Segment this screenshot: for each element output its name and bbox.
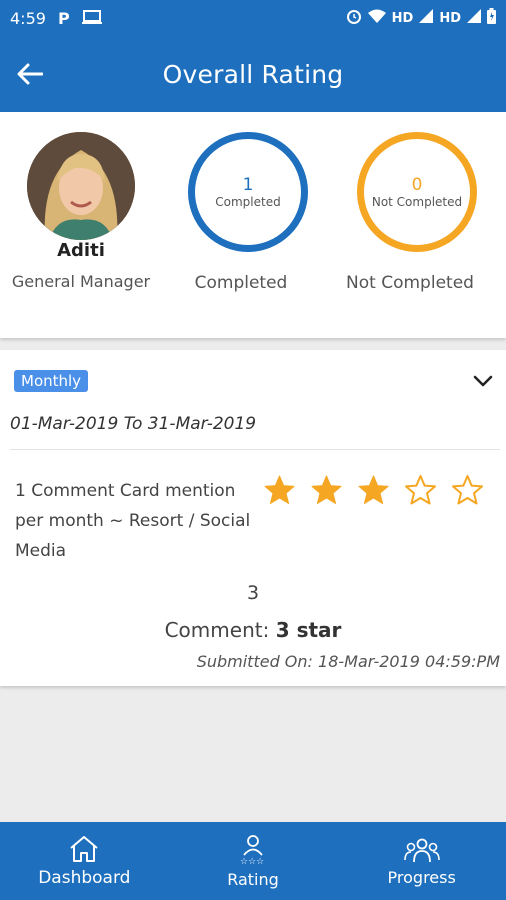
rating-card: Monthly 01-Mar-2019 To 31-Mar-2019 1 Com… <box>0 350 506 686</box>
star-outline-icon[interactable] <box>451 474 484 507</box>
p-icon: P <box>57 8 70 28</box>
user-name: Aditi <box>57 240 105 261</box>
user-stars-icon: ☆☆☆ <box>240 834 264 866</box>
completed-count: 1 <box>242 174 254 195</box>
svg-text:☆☆☆: ☆☆☆ <box>240 857 264 866</box>
back-button[interactable] <box>14 58 46 90</box>
expand-toggle[interactable] <box>470 370 496 392</box>
network-type-1: HD <box>391 10 414 26</box>
nav-rating[interactable]: ☆☆☆ Rating <box>169 822 338 900</box>
comment-line: Comment: 3 star <box>0 618 506 642</box>
alarm-icon <box>346 8 362 28</box>
network-type-2: HD <box>439 10 461 26</box>
star-filled-icon[interactable] <box>357 474 390 507</box>
home-icon <box>70 836 98 862</box>
not-completed-caption: Not Completed <box>346 273 474 293</box>
rating-value: 3 <box>246 582 260 604</box>
completed-caption: Completed <box>194 273 288 293</box>
nav-rating-label: Rating <box>227 869 279 889</box>
screen-icon <box>81 9 102 28</box>
submitted-on: Submitted On: 18-Mar-2019 04:59:PM <box>196 652 500 671</box>
wifi-icon <box>367 9 386 27</box>
star-filled-icon[interactable] <box>263 474 296 507</box>
status-time: 4:59 <box>10 8 46 28</box>
arrow-left-icon <box>17 63 43 85</box>
completed-ring: 1 Completed <box>188 132 308 252</box>
date-range: 01-Mar-2019 To 31-Mar-2019 <box>10 414 257 434</box>
nav-dashboard[interactable]: Dashboard <box>0 822 169 900</box>
divider <box>10 449 500 450</box>
star-filled-icon[interactable] <box>310 474 343 507</box>
signal-icon-1 <box>419 9 434 27</box>
user-role: General Manager <box>11 272 151 291</box>
nav-progress-label: Progress <box>387 867 456 887</box>
not-completed-count: 0 <box>411 174 423 195</box>
status-bar: 4:59 P HD HD <box>0 0 506 36</box>
group-icon <box>403 838 440 862</box>
period-badge: Monthly <box>14 370 89 392</box>
battery-icon <box>487 8 496 28</box>
not-completed-ring-label: Not Completed <box>371 194 463 209</box>
not-completed-ring: 0 Not Completed <box>357 132 477 252</box>
nav-progress[interactable]: Progress <box>337 822 506 900</box>
completed-ring-label: Completed <box>215 194 281 209</box>
bottom-nav: Dashboard ☆☆☆ Rating Progress <box>0 822 506 900</box>
star-outline-icon[interactable] <box>404 474 437 507</box>
comment-label: Comment: <box>164 618 270 642</box>
chevron-down-icon <box>473 375 493 387</box>
signal-icon-2 <box>467 9 481 27</box>
star-rating[interactable] <box>263 474 484 507</box>
page-title: Overall Rating <box>162 59 344 89</box>
profile-summary-card: Aditi General Manager 1 Completed Comple… <box>0 112 506 338</box>
rating-criteria: 1 Comment Card mention per month ~ Resor… <box>15 481 251 561</box>
comment-value: 3 star <box>275 618 342 642</box>
app-bar: Overall Rating <box>0 36 506 112</box>
nav-dashboard-label: Dashboard <box>38 868 131 888</box>
avatar <box>27 132 135 240</box>
